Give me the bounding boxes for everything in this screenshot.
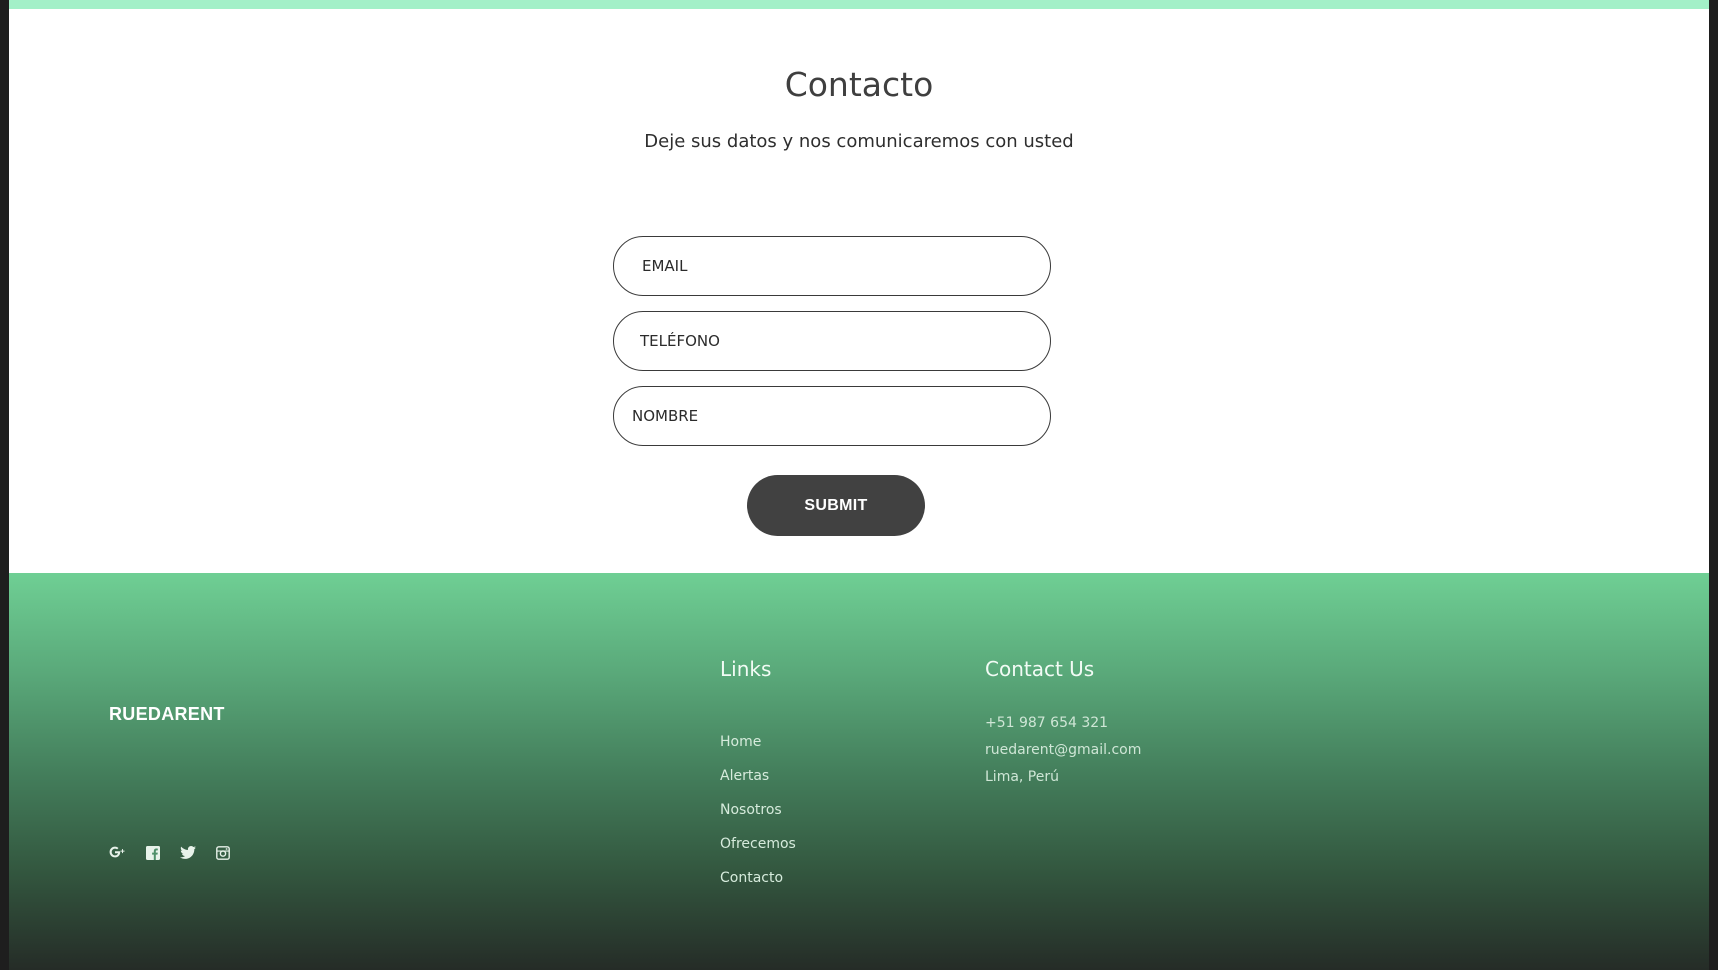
links-heading: Links [720, 657, 772, 681]
brand-logo-text[interactable]: RUEDARENT [109, 704, 225, 725]
page: Contacto Deje sus datos y nos comunicare… [9, 0, 1709, 970]
contact-section: Contacto Deje sus datos y nos comunicare… [9, 9, 1709, 573]
contact-us-heading: Contact Us [985, 657, 1095, 681]
twitter-icon[interactable] [179, 844, 196, 861]
submit-button[interactable]: SUBMIT [747, 475, 925, 536]
footer-link-home[interactable]: Home [720, 725, 796, 759]
contact-phone: +51 987 654 321 [985, 715, 1109, 731]
footer-link-ofrecemos[interactable]: Ofrecemos [720, 827, 796, 861]
contact-info: +51 987 654 321 ruedarent@gmail.com Lima… [985, 710, 1141, 791]
social-links [109, 844, 231, 861]
contact-location: Lima, Perú [985, 769, 1059, 785]
top-accent-bar [9, 0, 1709, 9]
footer-links: Home Alertas Nosotros Ofrecemos Contacto [720, 725, 796, 895]
footer-link-nosotros[interactable]: Nosotros [720, 793, 796, 827]
page-subtitle: Deje sus datos y nos comunicaremos con u… [644, 131, 1074, 152]
footer-link-alertas[interactable]: Alertas [720, 759, 796, 793]
footer-link-contacto[interactable]: Contacto [720, 861, 796, 895]
phone-field[interactable] [613, 311, 1051, 371]
instagram-icon[interactable] [214, 844, 231, 861]
name-field[interactable] [613, 386, 1051, 446]
footer: RUEDARENT Links Home Alertas Nosotros Of… [9, 573, 1709, 970]
facebook-icon[interactable] [144, 844, 161, 861]
contact-email: ruedarent@gmail.com [985, 742, 1142, 758]
email-field[interactable] [613, 236, 1051, 296]
page-title: Contacto [784, 65, 934, 104]
google-plus-icon[interactable] [109, 844, 126, 861]
